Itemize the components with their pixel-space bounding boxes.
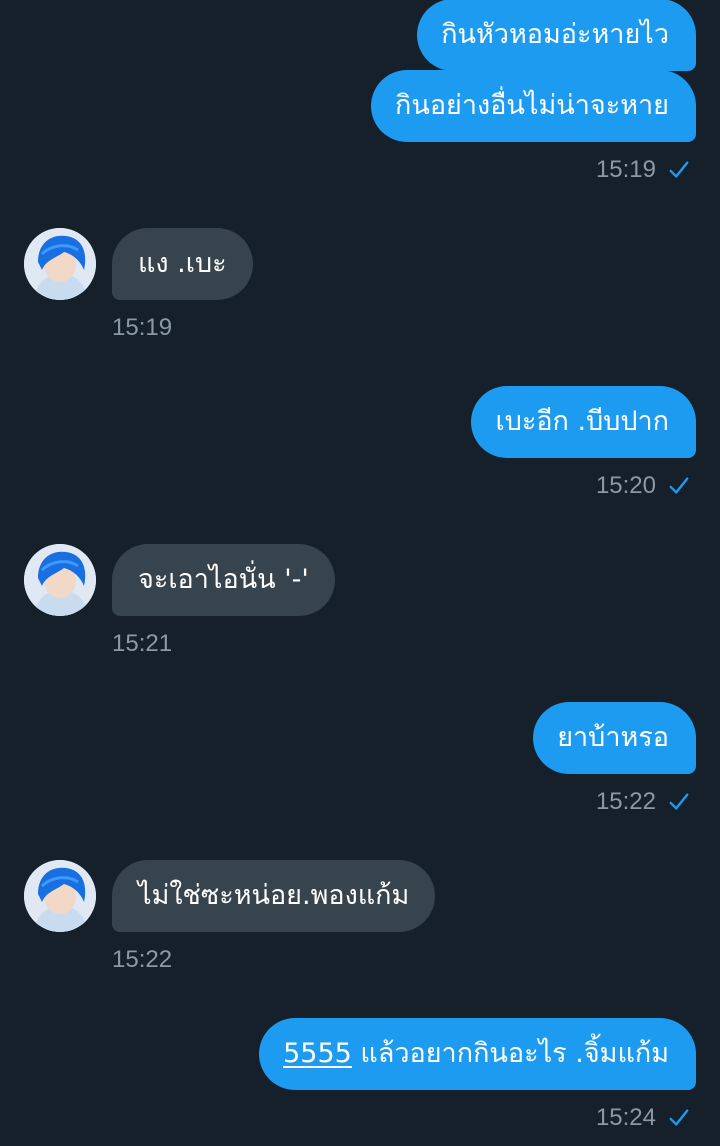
message-text: กินหัวหอมอ่ะหายไว xyxy=(441,19,669,50)
check-icon xyxy=(669,793,689,810)
message-text: จะเอาไอนั่น '-' xyxy=(138,564,309,595)
avatar-blue-hair-icon xyxy=(24,228,96,300)
outgoing-message-bubble[interactable]: กินอย่างอื่นไม่น่าจะหาย xyxy=(371,70,696,142)
message-time: 15:20 xyxy=(595,472,656,499)
check-icon xyxy=(669,1109,689,1126)
avatar[interactable] xyxy=(24,544,96,616)
outgoing-message-bubble[interactable]: กินหัวหอมอ่ะหายไว xyxy=(417,0,696,71)
message-text: แง .เบะ xyxy=(138,248,227,279)
outgoing-message-bubble[interactable]: 5555 แล้วอยากกินอะไร .จิ้มแก้ม xyxy=(259,1018,696,1090)
incoming-message-bubble[interactable]: จะเอาไอนั่น '-' xyxy=(112,544,335,616)
message-text: ไม่ใช่ซะหน่อย.พองแก้ม xyxy=(138,880,410,911)
message-time: 15:19 xyxy=(595,156,656,183)
outgoing-message-bubble[interactable]: ยาบ้าหรอ xyxy=(533,702,696,774)
message-link[interactable]: 5555 xyxy=(283,1038,352,1069)
message-time: 15:24 xyxy=(595,1104,656,1131)
message-time: 15:22 xyxy=(112,946,173,973)
message-meta: 15:24 xyxy=(596,1102,690,1134)
outgoing-message-bubble[interactable]: เบะอีก .บีบปาก xyxy=(471,386,696,458)
message-time: 15:21 xyxy=(112,630,173,657)
message-text: แล้วอยากกินอะไร .จิ้มแก้ม xyxy=(351,1038,669,1069)
message-text: กินอย่างอื่นไม่น่าจะหาย xyxy=(395,90,669,121)
avatar[interactable] xyxy=(24,860,96,932)
avatar[interactable] xyxy=(24,228,96,300)
avatar-blue-hair-icon xyxy=(24,544,96,616)
message-text: ยาบ้าหรอ xyxy=(557,722,669,753)
avatar-blue-hair-icon xyxy=(24,860,96,932)
message-meta: 15:20 xyxy=(596,470,690,502)
incoming-message-bubble[interactable]: ไม่ใช่ซะหน่อย.พองแก้ม xyxy=(112,860,436,932)
message-time: 15:22 xyxy=(595,788,656,815)
incoming-message-bubble[interactable]: แง .เบะ xyxy=(112,228,253,300)
conversation-thread: กินหัวหอมอ่ะหายไว กินอย่างอื่นไม่น่าจะหา… xyxy=(0,0,720,1146)
check-icon xyxy=(669,161,689,178)
check-icon xyxy=(669,477,689,494)
message-time: 15:19 xyxy=(112,314,173,341)
message-meta: 15:22 xyxy=(596,786,690,818)
message-text: เบะอีก .บีบปาก xyxy=(495,406,669,437)
message-meta: 15:19 xyxy=(596,154,690,186)
